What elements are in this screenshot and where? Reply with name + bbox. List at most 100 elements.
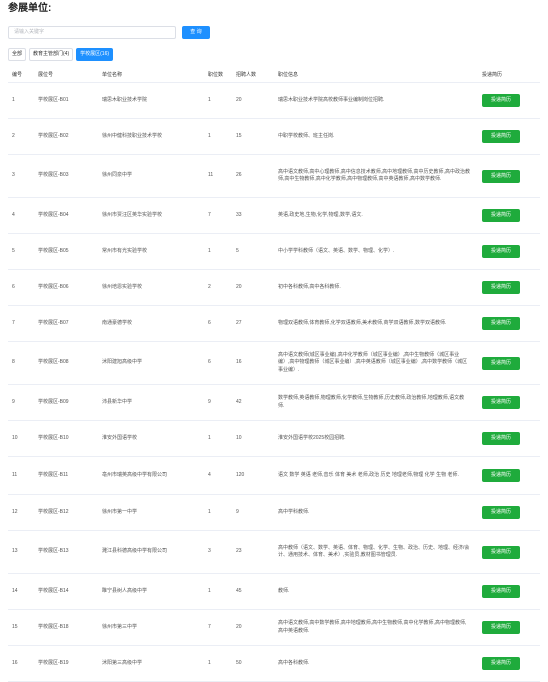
search-input[interactable] — [8, 25, 176, 39]
cell-info: 物理双语教师,体育教师,化学双语教师,美术教师,商学双语教师,数学双语教师. — [274, 305, 478, 342]
cell-recruits: 27 — [232, 305, 274, 342]
cell-booth: 学校展区-B14 — [34, 573, 98, 610]
cell-unit: 徐州培恩实验学校 — [98, 269, 204, 306]
cell-positions: 1 — [204, 420, 232, 457]
cell-recruits: 33 — [232, 197, 274, 234]
submit-resume-button[interactable]: 投递简历 — [482, 209, 520, 222]
table-row: 5 学校展区-B05 常州市有光实验学校 1 5 中小学学科教师（语文、英语、数学、物理、… — [8, 233, 540, 270]
cell-booth: 学校展区-B18 — [34, 609, 98, 646]
cell-action: 投递简历 — [478, 82, 540, 119]
category-tabs: 全部 教育主管部门(4) 学校展区(16) — [8, 48, 540, 61]
tab-2[interactable]: 学校展区(16) — [76, 48, 114, 61]
cell-positions: 1 — [204, 233, 232, 270]
tab-1[interactable]: 教育主管部门(4) — [29, 48, 74, 61]
cell-info: 高中语文教师,高中数学教师,高中地理教师,高中生物教师,高中化学教师,高中物理教… — [274, 609, 478, 646]
table-row: 9 学校展区-B09 沛县新华中学 9 42 数学教师,英语教师,物理教师,化学教师,生物… — [8, 384, 540, 421]
submit-resume-button[interactable]: 投递简历 — [482, 657, 520, 670]
table-row: 13 学校展区-B13 濉江县科德高级中学有限公司 3 23 高中教师（语文、数学、英语、… — [8, 530, 540, 574]
cell-no: 16 — [8, 645, 34, 682]
cell-info: 高中语文教师,高中心理教师,高中信息技术教师,高中地理教师,高中历史教师,高中政… — [274, 154, 478, 198]
cell-action: 投递简历 — [478, 269, 540, 306]
cell-booth: 学校展区-B19 — [34, 645, 98, 682]
submit-resume-button[interactable]: 投递简历 — [482, 432, 520, 445]
cell-recruits: 120 — [232, 456, 274, 495]
submit-resume-button[interactable]: 投递简历 — [482, 585, 520, 598]
page: 参展单位: 查 询 全部教育主管部门(4)学校展区(16) 编号 展位号 单位名… — [0, 0, 548, 682]
table-row: 11 学校展区-B11 亳州市瑞英高级中学有限公司 4 120 语文 数学 英语 老师,音… — [8, 456, 540, 495]
table-row: 14 学校展区-B14 睢宁县树人高级中学 1 45 教师. 投递简历 — [8, 573, 540, 610]
cell-positions: 4 — [204, 456, 232, 495]
cell-no: 5 — [8, 233, 34, 270]
submit-resume-button[interactable]: 投递简历 — [482, 245, 520, 258]
cell-info: 瑞思木职业技术学院高校教师事业编制岗位招聘. — [274, 82, 478, 119]
cell-unit: 沛县新华中学 — [98, 384, 204, 421]
cell-unit: 亳州市瑞英高级中学有限公司 — [98, 456, 204, 495]
submit-resume-button[interactable]: 投递简历 — [482, 621, 520, 634]
search-bar: 查 询 — [8, 24, 540, 40]
submit-resume-button[interactable]: 投递简历 — [482, 94, 520, 107]
cell-booth: 学校展区-B13 — [34, 530, 98, 574]
cell-recruits: 23 — [232, 530, 274, 574]
cell-booth: 学校展区-B03 — [34, 154, 98, 198]
query-button[interactable]: 查 询 — [182, 25, 210, 39]
submit-resume-button[interactable]: 投递简历 — [482, 169, 520, 183]
cell-info: 初中各科教师,高中各科教师. — [274, 269, 478, 306]
submit-resume-button[interactable]: 投递简历 — [482, 506, 520, 519]
cell-action: 投递简历 — [478, 609, 540, 646]
cell-action: 投递简历 — [478, 197, 540, 234]
submit-resume-button[interactable]: 投递简历 — [482, 317, 520, 330]
cell-unit: 徐州市第三中学 — [98, 609, 204, 646]
page-title: 参展单位: — [8, 3, 52, 14]
cell-unit: 徐州市贾汪区英华实验学校 — [98, 197, 204, 234]
cell-info: 高中各科教师. — [274, 645, 478, 682]
table-body: 1 学校展区-B01 瑞思木职业技术学院 1 20 瑞思木职业技术学院高校教师事业编制岗位… — [8, 82, 540, 682]
cell-booth: 学校展区-B05 — [34, 233, 98, 270]
cell-no: 1 — [8, 82, 34, 119]
cell-positions: 1 — [204, 118, 232, 155]
table-row: 7 学校展区-B07 南通豪德学校 6 27 物理双语教师,体育教师,化学双语教师,美术教… — [8, 305, 540, 342]
cell-unit: 沭阳建旭高级中学 — [98, 341, 204, 385]
tab-0[interactable]: 全部 — [8, 48, 27, 61]
cell-action: 投递简历 — [478, 456, 540, 495]
submit-resume-button[interactable]: 投递简历 — [482, 469, 520, 482]
cell-recruits: 26 — [232, 154, 274, 198]
cell-action: 投递简历 — [478, 154, 540, 198]
cell-unit: 沭阳第三高级中学 — [98, 645, 204, 682]
cell-unit: 徐州中健科技职业技术学校 — [98, 118, 204, 155]
submit-resume-button[interactable]: 投递简历 — [482, 281, 520, 294]
cell-info: 中职学校教师、班主任岗. — [274, 118, 478, 155]
cell-unit: 睢宁县树人高级中学 — [98, 573, 204, 610]
cell-recruits: 16 — [232, 341, 274, 385]
cell-positions: 1 — [204, 494, 232, 531]
col-info-header: 职位信息 — [274, 66, 478, 83]
submit-resume-button[interactable]: 投递简历 — [482, 356, 520, 370]
cell-recruits: 20 — [232, 82, 274, 119]
submit-resume-button[interactable]: 投递简历 — [482, 130, 520, 143]
col-action-header: 投递简历 — [478, 66, 540, 83]
cell-positions: 6 — [204, 341, 232, 385]
cell-recruits: 20 — [232, 269, 274, 306]
cell-info: 语文 数学 英语 老师,音乐 体育 美术 老师,政治 历史 地理老师,物理 化学… — [274, 456, 478, 495]
submit-resume-button[interactable]: 投递简历 — [482, 396, 520, 409]
cell-no: 2 — [8, 118, 34, 155]
cell-no: 14 — [8, 573, 34, 610]
table-header-row: 编号 展位号 单位名称 职位数 招聘人数 职位信息 投递简历 — [8, 66, 540, 83]
cell-unit: 常州市有光实验学校 — [98, 233, 204, 270]
cell-no: 7 — [8, 305, 34, 342]
table-row: 6 学校展区-B06 徐州培恩实验学校 2 20 初中各科教师,高中各科教师. 投递简历 — [8, 269, 540, 306]
cell-action: 投递简历 — [478, 384, 540, 421]
cell-no: 15 — [8, 609, 34, 646]
cell-no: 9 — [8, 384, 34, 421]
col-no-header: 编号 — [8, 66, 34, 83]
cell-positions: 6 — [204, 305, 232, 342]
submit-resume-button[interactable]: 投递简历 — [482, 545, 520, 559]
cell-no: 11 — [8, 456, 34, 495]
cell-positions: 11 — [204, 154, 232, 198]
cell-info: 教师. — [274, 573, 478, 610]
cell-booth: 学校展区-B11 — [34, 456, 98, 495]
cell-positions: 1 — [204, 573, 232, 610]
cell-info: 高中教师（语文、数学、英语、体育、物理、化学、生物、政治、历史、地理、经济/会计… — [274, 530, 478, 574]
cell-recruits: 5 — [232, 233, 274, 270]
table-row: 12 学校展区-B12 徐州市第一中学 1 9 高中学科教师. 投递简历 — [8, 494, 540, 531]
table-row: 15 学校展区-B18 徐州市第三中学 7 20 高中语文教师,高中数学教师,高中地理教师… — [8, 609, 540, 646]
